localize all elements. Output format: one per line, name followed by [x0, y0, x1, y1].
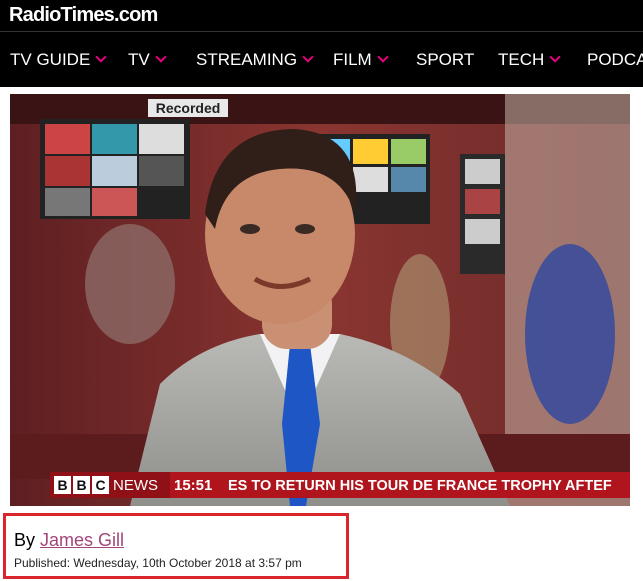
nav-item-podcasts[interactable]: PODCA — [587, 50, 643, 70]
main-nav: TV GUIDE TV STREAMING FILM SPORT TECH PO… — [0, 32, 643, 87]
nav-item-tv[interactable]: TV — [128, 50, 167, 70]
by-label: By — [14, 530, 36, 550]
byline: By James Gill — [14, 530, 124, 550]
top-bar: RadioTimes.com — [0, 0, 643, 32]
recorded-badge: Recorded — [156, 100, 221, 116]
nav-item-film[interactable]: FILM — [333, 50, 389, 70]
ticker-headline: ES TO RETURN HIS TOUR DE FRANCE TROPHY A… — [228, 478, 612, 494]
chevron-down-icon — [95, 51, 107, 63]
bbc-letter: B — [57, 477, 67, 493]
video-frame: Recorded B B C NEWS 15:51 ES TO RETURN H… — [10, 94, 630, 506]
nav-item-sport[interactable]: SPORT — [416, 50, 474, 70]
nav-item-streaming[interactable]: STREAMING — [196, 50, 314, 70]
site-logo[interactable]: RadioTimes.com — [9, 4, 158, 26]
published-date: Published: Wednesday, 10th October 2018 … — [14, 556, 302, 570]
nav-item-tv-guide[interactable]: TV GUIDE — [10, 50, 107, 70]
bbc-letter: B — [76, 477, 86, 493]
video-player[interactable]: Recorded B B C NEWS 15:51 ES TO RETURN H… — [10, 94, 630, 506]
author-link[interactable]: James Gill — [40, 530, 124, 550]
ticker-time: 15:51 — [174, 477, 212, 494]
chevron-down-icon — [155, 51, 167, 63]
news-ticker: B B C NEWS 15:51 ES TO RETURN HIS TOUR D… — [50, 472, 630, 498]
byline-highlight: By James Gill Published: Wednesday, 10th… — [3, 513, 349, 579]
chevron-down-icon — [377, 51, 389, 63]
chevron-down-icon — [549, 51, 561, 63]
chevron-down-icon — [302, 51, 314, 63]
bbc-letter: C — [95, 477, 105, 493]
nav-item-tech[interactable]: TECH — [498, 50, 561, 70]
channel-name: NEWS — [113, 477, 158, 494]
